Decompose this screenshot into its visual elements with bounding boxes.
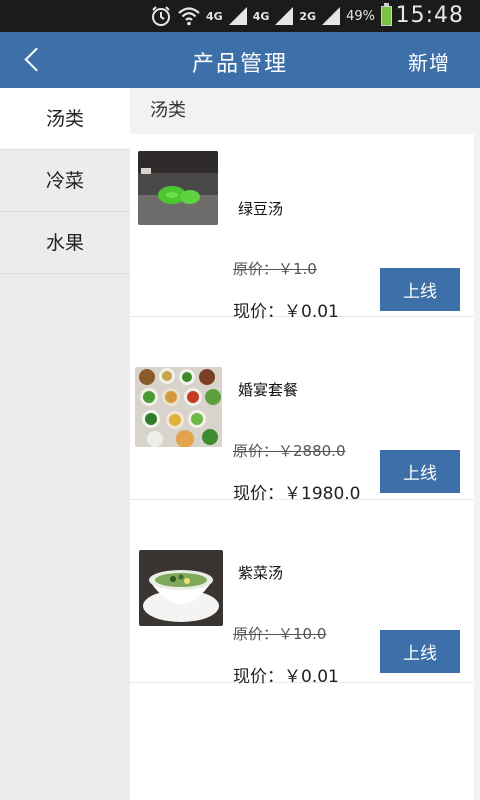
network-type-1: 4G xyxy=(206,9,223,23)
product-image xyxy=(135,367,222,447)
list-item: 婚宴套餐 原价：￥2880.0 现价：￥1980.0 上线 xyxy=(130,317,474,504)
current-price: 现价：￥0.01 xyxy=(233,667,339,687)
list-item: 绿豆汤 原价：￥1.0 现价：￥0.01 上线 xyxy=(130,134,474,322)
sidebar-item-fruit[interactable]: 水果 xyxy=(0,212,130,274)
network-type-2: 4G xyxy=(252,9,270,23)
publish-button[interactable]: 上线 xyxy=(380,450,460,493)
product-name: 婚宴套餐 xyxy=(238,381,299,399)
battery-icon xyxy=(381,3,392,26)
product-name: 绿豆汤 xyxy=(238,200,284,218)
product-name: 紫菜汤 xyxy=(238,564,284,582)
original-price: 原价：￥1.0 xyxy=(233,260,317,278)
add-product-button[interactable]: 新增 xyxy=(408,47,450,76)
product-image xyxy=(138,151,218,225)
status-bar: 4G 4G 2G 49% 15:48 xyxy=(0,0,480,32)
category-sidebar: 汤类 冷菜 水果 xyxy=(0,88,130,800)
product-list: 绿豆汤 原价：￥1.0 现价：￥0.01 上线 婚宴套餐 原价：￥2880.0 … xyxy=(130,134,474,800)
alarm-icon xyxy=(152,6,171,26)
product-image xyxy=(139,550,223,626)
publish-button[interactable]: 上线 xyxy=(380,268,460,311)
original-price: 原价：￥10.0 xyxy=(233,625,327,643)
original-price: 原价：￥2880.0 xyxy=(233,442,346,460)
publish-button[interactable]: 上线 xyxy=(380,630,460,673)
sidebar-item-cold-dishes[interactable]: 冷菜 xyxy=(0,150,130,212)
signal-icon xyxy=(322,7,341,25)
network-type-3: 2G xyxy=(299,9,317,23)
list-item: 紫菜汤 原价：￥10.0 现价：￥0.01 上线 xyxy=(130,500,474,687)
header-bar: 产品管理 新增 xyxy=(0,32,480,88)
battery-percent: 49% xyxy=(346,8,375,24)
section-title: 汤类 xyxy=(150,100,186,121)
clock: 15:48 xyxy=(395,3,464,28)
sidebar-item-soup[interactable]: 汤类 xyxy=(0,88,130,150)
status-icons: 4G 4G 2G 49% xyxy=(150,3,392,28)
signal-icon xyxy=(275,7,294,25)
signal-icon xyxy=(228,7,247,25)
wifi-icon xyxy=(178,7,200,26)
product-panel: 汤类 绿豆汤 原价：￥1.0 现价：￥0.01 上线 婚宴套餐 原价：￥2880… xyxy=(130,88,480,800)
